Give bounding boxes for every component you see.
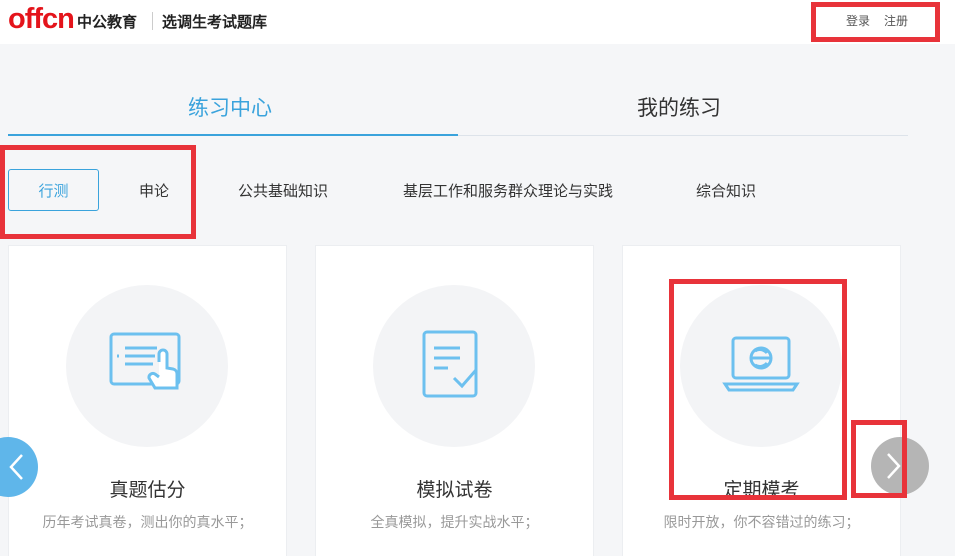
subject-tab-grassroots-work[interactable]: 基层工作和服务群众理论与实践 — [403, 180, 613, 201]
subject-tab-public-basics[interactable]: 公共基础知识 — [238, 180, 328, 201]
card-title: 模拟试卷 — [416, 479, 493, 501]
carousel-next-button[interactable] — [871, 437, 929, 495]
subject-tabs-highlight — [0, 145, 196, 239]
card-mock-exam[interactable]: 模拟试卷 全真模拟，提升实战水平； — [315, 245, 594, 556]
chevron-right-icon — [887, 453, 901, 479]
card-description: 全真模拟，提升实战水平； — [370, 515, 539, 531]
top-header: offcn 中公教育 选调生考试题库 登录 注册 — [0, 0, 955, 44]
checklist-icon — [422, 330, 478, 398]
card-periodic-mock[interactable]: 定期模考 限时开放，你不容错过的练习； — [622, 245, 901, 556]
header-divider — [152, 12, 153, 30]
auth-links-highlight: 登录 注册 — [811, 2, 940, 42]
subject-tab-general-knowledge[interactable]: 综合知识 — [696, 180, 756, 201]
card-title: 定期模考 — [723, 479, 800, 501]
register-link[interactable]: 注册 — [884, 12, 908, 29]
offcn-logo[interactable]: offcn — [8, 3, 75, 35]
card-description: 限时开放，你不容错过的练习； — [663, 515, 860, 531]
laptop-e-icon — [722, 336, 800, 392]
site-title: 选调生考试题库 — [162, 13, 268, 31]
card-description: 历年考试真卷，测出你的真水平； — [42, 515, 253, 531]
card-icon-circle — [373, 285, 535, 447]
card-title: 真题估分 — [109, 479, 186, 501]
brand-name: 中公教育 — [77, 13, 138, 31]
tab-practice-center[interactable]: 练习中心 — [188, 92, 272, 122]
tab-my-practice[interactable]: 我的练习 — [637, 92, 721, 122]
touch-screen-icon — [109, 332, 181, 390]
card-icon-circle — [680, 285, 842, 447]
tab-active-indicator — [8, 134, 458, 136]
card-icon-circle — [66, 285, 228, 447]
login-link[interactable]: 登录 — [846, 12, 870, 29]
chevron-left-icon — [9, 454, 23, 480]
card-real-exam-estimate[interactable]: 真题估分 历年考试真卷，测出你的真水平； — [8, 245, 287, 556]
